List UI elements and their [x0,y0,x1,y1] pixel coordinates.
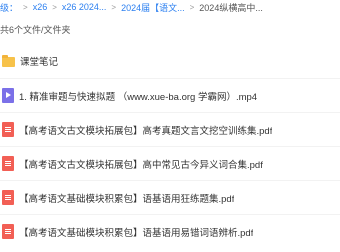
file-name: 【高考语文古文模块拓展包】高考真题文言文挖空训练集.pdf [19,125,273,137]
list-item-pdf[interactable]: 【高考语文古文模块拓展包】高考真题文言文挖空训练集.pdf [0,112,340,146]
file-count-label: 共6个文件/文件夹 [0,25,71,35]
breadcrumb-item-x26[interactable]: x26 [33,2,48,12]
video-file-icon [2,88,14,103]
pdf-file-icon [2,190,14,205]
chevron-right-icon: > [111,2,117,12]
chevron-right-icon: > [189,2,195,12]
list-item-pdf[interactable]: 【高考语文基础模块积累包】语基语用狂练题集.pdf [0,180,340,214]
list-item-folder[interactable]: 课堂笔记 [0,44,340,78]
breadcrumb-item-level[interactable]: 级： [0,1,18,14]
file-name: 【高考语文基础模块积累包】语基语用易错词语辨析.pdf [19,227,254,239]
pdf-file-icon [2,156,14,171]
file-list: 课堂笔记 1. 精准审题与快速拟题 （www.xue-ba.org 学霸网）.m… [0,44,340,248]
folder-icon [2,55,15,67]
pdf-file-icon [2,122,14,137]
list-item-pdf[interactable]: 【高考语文古文模块拓展包】高中常见古今异义词合集.pdf [0,146,340,180]
pdf-file-icon [2,224,14,239]
breadcrumb: 级： > x26 > x26 2024... > 2024届【语文... > 2… [0,0,340,14]
file-name: 1. 精准审题与快速拟题 （www.xue-ba.org 学霸网）.mp4 [19,91,258,103]
file-name: 【高考语文古文模块拓展包】高中常见古今异义词合集.pdf [19,159,263,171]
file-name: 课堂笔记 [20,57,59,68]
chevron-right-icon: > [23,2,28,12]
breadcrumb-item-2024-chinese[interactable]: 2024届【语文... [121,1,185,14]
breadcrumb-item-current: 2024纵横高中... [199,2,263,13]
breadcrumb-item-x26-2024[interactable]: x26 2024... [62,2,107,12]
chevron-right-icon: > [52,2,57,12]
list-item-video[interactable]: 1. 精准审题与快速拟题 （www.xue-ba.org 学霸网）.mp4 [0,78,340,112]
file-name: 【高考语文基础模块积累包】语基语用狂练题集.pdf [19,193,235,205]
list-item-pdf[interactable]: 【高考语文基础模块积累包】语基语用易错词语辨析.pdf [0,214,340,248]
